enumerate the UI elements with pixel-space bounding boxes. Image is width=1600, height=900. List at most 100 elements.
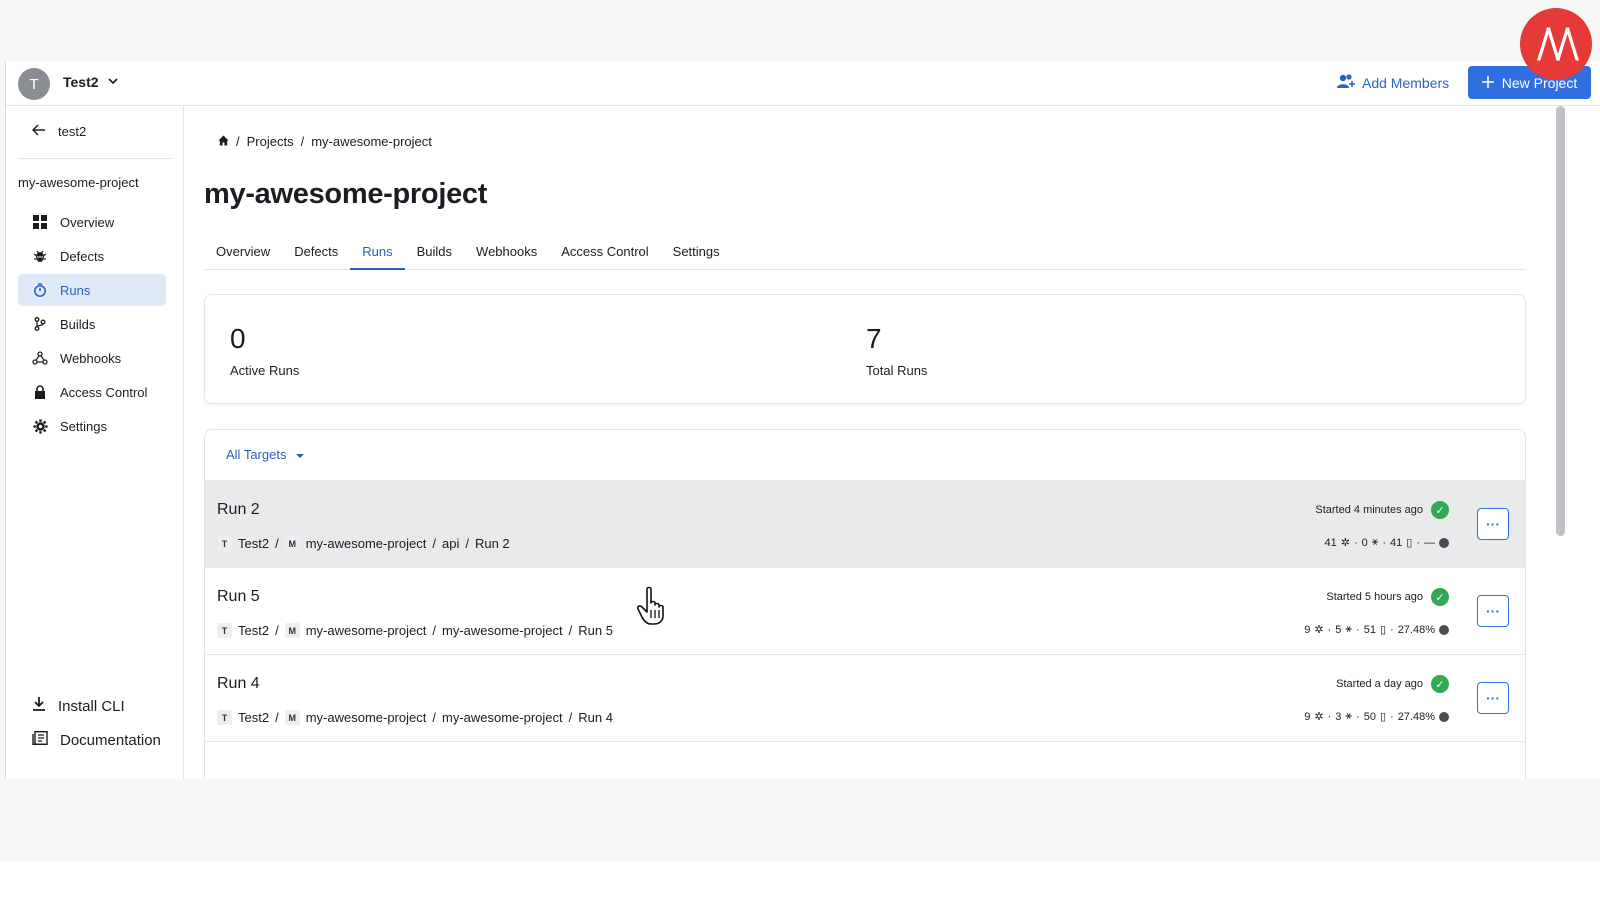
sidebar-item-settings[interactable]: Settings bbox=[18, 410, 166, 442]
path-separator: / bbox=[275, 536, 279, 551]
ignored-count: 5 bbox=[1335, 623, 1342, 636]
run-status: Started 5 hours ago ✓ bbox=[1326, 588, 1449, 606]
sidebar-item-label: Settings bbox=[60, 418, 107, 434]
tab-webhooks[interactable]: Webhooks bbox=[464, 238, 549, 270]
divider bbox=[18, 158, 172, 159]
run-path-org[interactable]: Test2 bbox=[238, 536, 269, 551]
sidebar-item-runs[interactable]: Runs bbox=[18, 274, 166, 306]
run-path-target[interactable]: api bbox=[442, 536, 459, 551]
run-path-run[interactable]: Run 4 bbox=[578, 710, 613, 725]
bottom-strip bbox=[0, 861, 1600, 900]
tab-builds[interactable]: Builds bbox=[405, 238, 464, 270]
path-separator: / bbox=[275, 623, 279, 638]
scrollbar[interactable] bbox=[1556, 106, 1565, 779]
run-row[interactable]: Run 2 T Test2 / M my-awesome-project / a… bbox=[205, 480, 1525, 567]
bug-off-icon: ⚹ bbox=[1345, 710, 1353, 722]
metric-separator: · bbox=[1327, 623, 1332, 636]
documentation-label: Documentation bbox=[60, 731, 161, 749]
sidebar-item-builds[interactable]: Builds bbox=[18, 308, 166, 340]
metric-separator: · bbox=[1390, 710, 1394, 723]
total-runs-value: 7 bbox=[866, 323, 882, 354]
metric-separator: · bbox=[1390, 623, 1394, 636]
runs-card: All Targets Run 2 T Test2 / M my-awesome… bbox=[204, 429, 1526, 779]
tab-access-control[interactable]: Access Control bbox=[549, 238, 660, 270]
defects-count: 41 bbox=[1324, 536, 1337, 549]
breadcrumb-projects[interactable]: Projects bbox=[247, 134, 294, 149]
more-options-button[interactable]: ··· bbox=[1477, 595, 1509, 627]
more-options-button[interactable]: ··· bbox=[1477, 682, 1509, 714]
org-avatar[interactable]: T bbox=[18, 68, 50, 100]
check-circle-icon: ✓ bbox=[1431, 588, 1449, 606]
add-user-icon bbox=[1336, 73, 1356, 92]
tests-count: 51 bbox=[1363, 623, 1376, 636]
scrollbar-thumb[interactable] bbox=[1556, 106, 1565, 536]
coverage-icon bbox=[1439, 537, 1449, 548]
path-separator: / bbox=[432, 710, 436, 725]
active-runs-stat: 0 Active Runs bbox=[230, 323, 299, 378]
install-cli-link[interactable]: Install CLI bbox=[32, 689, 161, 723]
coverage-icon bbox=[1439, 711, 1449, 722]
run-name[interactable]: Run 5 bbox=[217, 588, 260, 606]
run-path: T Test2 / M my-awesome-project / api / R… bbox=[217, 536, 510, 551]
gear-icon bbox=[32, 418, 48, 434]
run-path-target[interactable]: my-awesome-project bbox=[442, 623, 563, 638]
install-cli-label: Install CLI bbox=[58, 697, 125, 715]
tab-bar: Overview Defects Runs Builds Webhooks Ac… bbox=[204, 238, 1526, 270]
active-runs-label: Active Runs bbox=[230, 363, 300, 378]
sidebar-item-overview[interactable]: Overview bbox=[18, 206, 166, 238]
back-link[interactable]: test2 bbox=[31, 124, 86, 139]
org-switcher-label[interactable]: Test2 bbox=[63, 74, 99, 90]
hand-cursor-icon bbox=[636, 586, 672, 631]
run-name[interactable]: Run 2 bbox=[217, 501, 260, 519]
sidebar-item-label: Builds bbox=[60, 316, 96, 332]
run-path-org[interactable]: Test2 bbox=[238, 710, 269, 725]
tests-count: 50 bbox=[1363, 710, 1376, 723]
metric-separator: · bbox=[1356, 623, 1360, 636]
run-path-run[interactable]: Run 5 bbox=[578, 623, 613, 638]
documentation-link[interactable]: Documentation bbox=[32, 723, 161, 757]
check-circle-icon: ✓ bbox=[1431, 675, 1449, 693]
run-path: T Test2 / M my-awesome-project / my-awes… bbox=[217, 623, 613, 638]
git-branch-icon bbox=[32, 316, 48, 332]
sidebar-item-label: Defects bbox=[60, 248, 105, 264]
run-path-target[interactable]: my-awesome-project bbox=[442, 710, 563, 725]
file-icon: ▯ bbox=[1379, 624, 1387, 636]
sidebar-item-access-control[interactable]: Access Control bbox=[18, 376, 166, 408]
run-path-org[interactable]: Test2 bbox=[238, 623, 269, 638]
home-icon[interactable] bbox=[218, 134, 229, 149]
tab-defects[interactable]: Defects bbox=[282, 238, 350, 270]
run-metrics: 9 ✲ · 3 ⚹ · 50 ▯ · 27.48% bbox=[1304, 710, 1449, 723]
stopwatch-icon bbox=[32, 282, 48, 298]
metric-separator: · bbox=[1327, 710, 1332, 723]
run-path-project[interactable]: my-awesome-project bbox=[306, 710, 427, 725]
sidebar-item-defects[interactable]: Defects bbox=[18, 240, 166, 272]
tab-settings[interactable]: Settings bbox=[661, 238, 732, 270]
sidebar-item-webhooks[interactable]: Webhooks bbox=[18, 342, 166, 374]
run-path-project[interactable]: my-awesome-project bbox=[306, 536, 427, 551]
ellipsis-icon: ··· bbox=[1486, 690, 1500, 706]
run-row[interactable]: Run 4 T Test2 / M my-awesome-project / m… bbox=[205, 654, 1525, 741]
targets-filter-label: All Targets bbox=[226, 447, 287, 462]
backdrop bbox=[0, 779, 1600, 861]
coverage-value: 27.48% bbox=[1397, 623, 1435, 636]
run-metrics: 41 ✲ · 0 ⚹ · 41 ▯ · — bbox=[1324, 536, 1449, 549]
run-path: T Test2 / M my-awesome-project / my-awes… bbox=[217, 710, 613, 725]
app-window: T Test2 Add Members New Project test2 my… bbox=[5, 61, 1600, 779]
sidebar-item-label: Webhooks bbox=[60, 350, 122, 366]
run-name[interactable]: Run 4 bbox=[217, 675, 260, 693]
tests-count: 41 bbox=[1390, 536, 1403, 549]
add-members-button[interactable]: Add Members bbox=[1336, 73, 1449, 92]
run-path-project[interactable]: my-awesome-project bbox=[306, 623, 427, 638]
run-status: Started a day ago ✓ bbox=[1336, 675, 1449, 693]
targets-filter-dropdown[interactable]: All Targets bbox=[226, 447, 305, 462]
more-options-button[interactable]: ··· bbox=[1477, 508, 1509, 540]
run-started-text: Started a day ago bbox=[1336, 678, 1423, 690]
total-runs-label: Total Runs bbox=[866, 363, 928, 378]
chevron-down-icon[interactable] bbox=[107, 75, 119, 90]
run-row[interactable]: Run 5 T Test2 / M my-awesome-project / m… bbox=[205, 567, 1525, 654]
tab-overview[interactable]: Overview bbox=[204, 238, 282, 270]
run-path-run[interactable]: Run 2 bbox=[475, 536, 510, 551]
run-row[interactable] bbox=[205, 741, 1525, 779]
documentation-icon bbox=[32, 730, 48, 749]
tab-runs[interactable]: Runs bbox=[350, 238, 405, 270]
